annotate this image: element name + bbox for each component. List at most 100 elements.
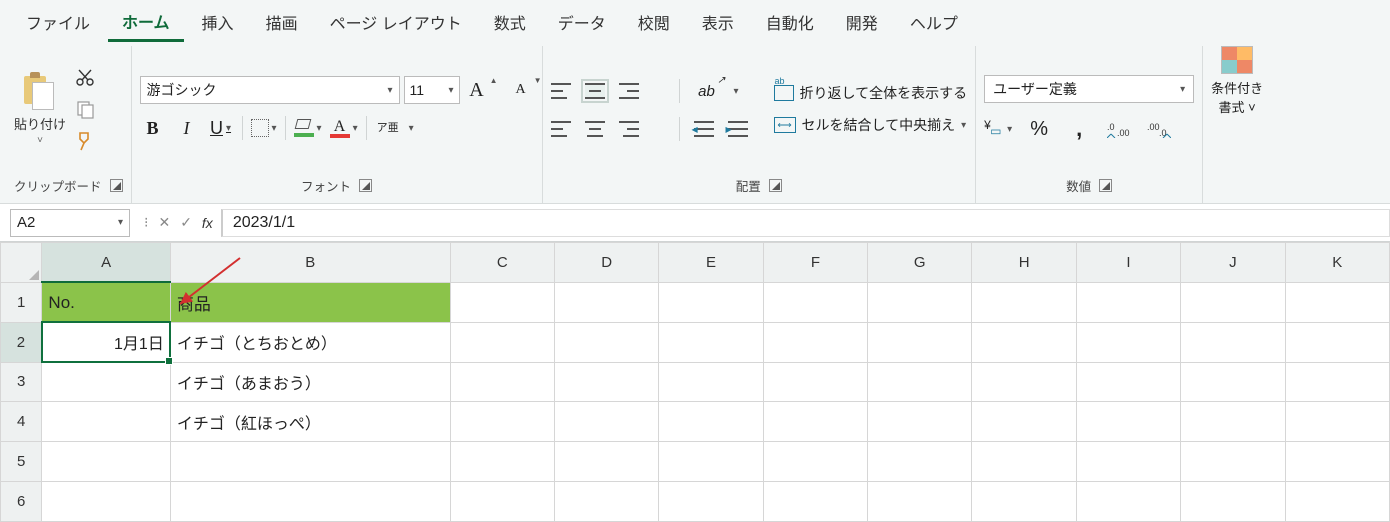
cell-B1[interactable]: 商品 (170, 282, 450, 322)
cell-K3[interactable] (1285, 362, 1389, 402)
col-header-G[interactable]: G (868, 243, 972, 283)
confirm-formula-button[interactable]: ✓ (180, 214, 192, 231)
cell-K2[interactable] (1285, 322, 1389, 362)
comma-style-button[interactable]: , (1066, 115, 1092, 143)
tab-draw[interactable]: 描画 (252, 2, 312, 40)
row-header-1[interactable]: 1 (1, 282, 42, 322)
cell-C4[interactable] (450, 402, 554, 442)
align-middle-button[interactable] (585, 83, 605, 99)
cell-J4[interactable] (1181, 402, 1285, 442)
cell-F2[interactable] (763, 322, 867, 362)
cell-D1[interactable] (555, 282, 659, 322)
col-header-K[interactable]: K (1285, 243, 1389, 283)
cell-J2[interactable] (1181, 322, 1285, 362)
cell-B3[interactable]: イチゴ（あまおう） (170, 362, 450, 402)
align-bottom-button[interactable] (619, 83, 639, 99)
fill-color-button[interactable]: ▾ (294, 114, 322, 142)
cell-F4[interactable] (763, 402, 867, 442)
orientation-button[interactable]: ab (694, 77, 720, 105)
decrease-decimal-button[interactable]: .00.0 (1146, 115, 1172, 143)
tab-developer[interactable]: 開発 (832, 2, 892, 40)
cut-button[interactable] (74, 66, 96, 88)
col-header-F[interactable]: F (763, 243, 867, 283)
row-header-3[interactable]: 3 (1, 362, 42, 402)
tab-file[interactable]: ファイル (12, 2, 104, 40)
cell-B4[interactable]: イチゴ（紅ほっぺ） (170, 402, 450, 442)
number-dialog-launcher[interactable] (1099, 179, 1112, 192)
cell-H3[interactable] (972, 362, 1076, 402)
cell-D2[interactable] (555, 322, 659, 362)
col-header-E[interactable]: E (659, 243, 763, 283)
col-header-H[interactable]: H (972, 243, 1076, 283)
copy-button[interactable] (74, 98, 96, 120)
formula-input[interactable]: 2023/1/1 (221, 209, 1390, 237)
cell-J3[interactable] (1181, 362, 1285, 402)
cell-G3[interactable] (868, 362, 972, 402)
tab-home[interactable]: ホーム (108, 1, 184, 42)
number-format-select[interactable]: ユーザー定義 ▾ (984, 75, 1194, 103)
percent-button[interactable]: % (1026, 115, 1052, 143)
tab-help[interactable]: ヘルプ (896, 2, 972, 40)
format-painter-button[interactable] (74, 130, 96, 152)
italic-button[interactable]: I (174, 114, 200, 142)
paste-icon[interactable] (20, 72, 60, 112)
increase-decimal-button[interactable]: .0.00 (1106, 115, 1132, 143)
borders-button[interactable]: ▾ (251, 114, 277, 142)
cell-D3[interactable] (555, 362, 659, 402)
decrease-indent-button[interactable] (694, 121, 714, 137)
col-header-D[interactable]: D (555, 243, 659, 283)
cancel-formula-button[interactable]: ✕ (158, 214, 170, 231)
col-header-I[interactable]: I (1076, 243, 1180, 283)
font-size-select[interactable]: 11 ▾ (404, 76, 460, 104)
cell-H2[interactable] (972, 322, 1076, 362)
font-dialog-launcher[interactable] (359, 179, 372, 192)
conditional-formatting-icon[interactable] (1221, 46, 1253, 74)
tab-page-layout[interactable]: ページ レイアウト (316, 2, 476, 40)
cell-F1[interactable] (763, 282, 867, 322)
cell-I1[interactable] (1076, 282, 1180, 322)
cell-G1[interactable] (868, 282, 972, 322)
bold-button[interactable]: B (140, 114, 166, 142)
cell-D4[interactable] (555, 402, 659, 442)
underline-button[interactable]: U▾ (208, 114, 234, 142)
cell-H4[interactable] (972, 402, 1076, 442)
accounting-format-button[interactable]: ▾ (984, 115, 1012, 143)
clipboard-dialog-launcher[interactable] (110, 179, 123, 192)
row-header-6[interactable]: 6 (1, 482, 42, 522)
cell-A4[interactable] (42, 402, 170, 442)
cell-A2[interactable]: 1月1日 (42, 322, 170, 362)
decrease-font-button[interactable]: A (508, 76, 534, 104)
increase-font-button[interactable]: A (464, 76, 490, 104)
row-header-4[interactable]: 4 (1, 402, 42, 442)
cell-C2[interactable] (450, 322, 554, 362)
cell-H1[interactable] (972, 282, 1076, 322)
tab-review[interactable]: 校閲 (624, 2, 684, 40)
tab-data[interactable]: データ (544, 2, 620, 40)
cell-F3[interactable] (763, 362, 867, 402)
cell-A3[interactable] (42, 362, 170, 402)
cell-B2[interactable]: イチゴ（とちおとめ） (170, 322, 450, 362)
col-header-A[interactable]: A (42, 243, 170, 283)
cell-A6[interactable] (42, 482, 170, 522)
col-header-J[interactable]: J (1181, 243, 1285, 283)
select-all-corner[interactable] (1, 243, 42, 283)
cell-I3[interactable] (1076, 362, 1180, 402)
increase-indent-button[interactable] (728, 121, 748, 137)
row-header-5[interactable]: 5 (1, 442, 42, 482)
alignment-dialog-launcher[interactable] (769, 179, 782, 192)
col-header-C[interactable]: C (450, 243, 554, 283)
phonetic-button[interactable]: ア 亜 (375, 114, 401, 142)
cell-A1[interactable]: No. (42, 282, 170, 322)
col-header-B[interactable]: B (170, 243, 450, 283)
font-name-select[interactable]: 游ゴシック ▾ (140, 76, 400, 104)
font-color-button[interactable]: A▾ (330, 114, 358, 142)
cell-C3[interactable] (450, 362, 554, 402)
cell-J1[interactable] (1181, 282, 1285, 322)
align-left-button[interactable] (551, 121, 571, 137)
merge-center-button[interactable]: セルを結合して中央揃え ▾ (774, 115, 968, 135)
align-center-button[interactable] (585, 121, 605, 137)
cell-G2[interactable] (868, 322, 972, 362)
cell-I2[interactable] (1076, 322, 1180, 362)
align-top-button[interactable] (551, 83, 571, 99)
cell-E4[interactable] (659, 402, 763, 442)
